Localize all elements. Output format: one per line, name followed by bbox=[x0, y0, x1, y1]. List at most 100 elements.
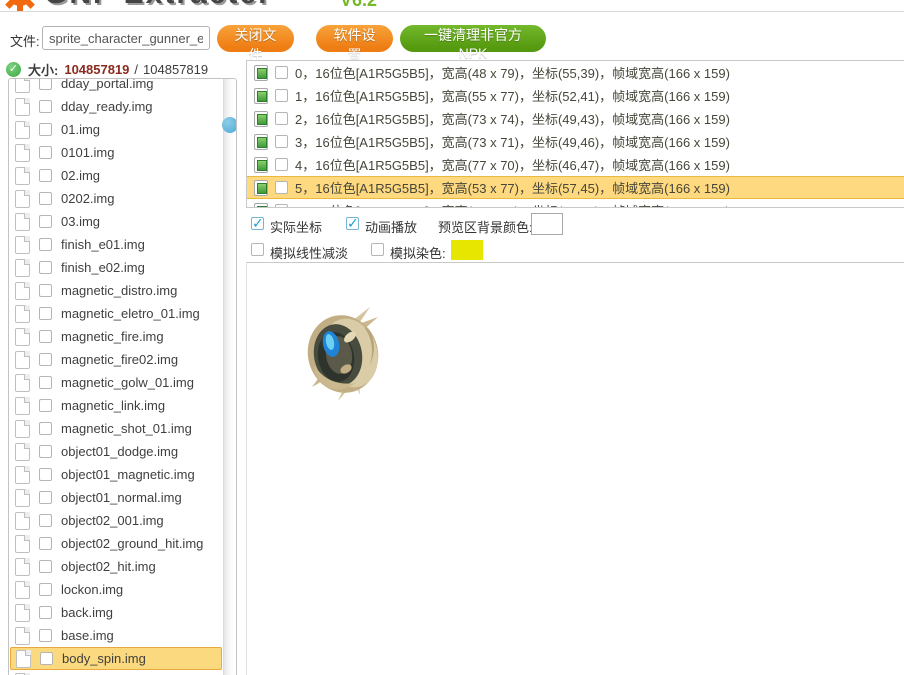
tree-item[interactable]: 03.img bbox=[10, 210, 222, 233]
file-checkbox[interactable] bbox=[39, 537, 52, 550]
tree-item[interactable]: lockon.img bbox=[10, 578, 222, 601]
file-checkbox[interactable] bbox=[39, 215, 52, 228]
tree-item[interactable]: magnetic_fire02.img bbox=[10, 348, 222, 371]
software-settings-button[interactable]: 软件设置 bbox=[316, 25, 393, 52]
sprite-preview-image bbox=[294, 303, 394, 403]
file-checkbox[interactable] bbox=[39, 514, 52, 527]
dye-checkbox[interactable] bbox=[371, 243, 384, 256]
file-path-input[interactable] bbox=[42, 26, 210, 50]
file-checkbox[interactable] bbox=[39, 606, 52, 619]
tree-item[interactable]: finish_e02.img bbox=[10, 256, 222, 279]
image-icon bbox=[254, 180, 268, 196]
frame-row[interactable]: 0，16位色[A1R5G5B5]，宽高(48 x 79)，坐标(55,39)，帧… bbox=[247, 61, 904, 84]
tree-item[interactable]: magnetic_golw_01.img bbox=[10, 371, 222, 394]
file-checkbox[interactable] bbox=[39, 123, 52, 136]
frame-row[interactable]: 1，16位色[A1R5G5B5]，宽高(55 x 77)，坐标(52,41)，帧… bbox=[247, 84, 904, 107]
clean-npk-button[interactable]: 一键清理非官方NPK bbox=[400, 25, 546, 52]
file-checkbox[interactable] bbox=[39, 583, 52, 596]
tree-item[interactable]: 0101.img bbox=[10, 141, 222, 164]
frame-checkbox[interactable] bbox=[275, 135, 288, 148]
tree-scrollbar-thumb[interactable] bbox=[222, 117, 237, 133]
tree-item[interactable]: dday_portal.img bbox=[10, 78, 222, 95]
file-icon bbox=[15, 443, 30, 461]
tree-item[interactable]: magnetic_distro.img bbox=[10, 279, 222, 302]
frame-checkbox[interactable] bbox=[275, 158, 288, 171]
frame-checkbox[interactable] bbox=[275, 89, 288, 102]
linear-dodge-checkbox[interactable] bbox=[251, 243, 264, 256]
tree-scrollbar[interactable] bbox=[223, 79, 236, 675]
file-checkbox[interactable] bbox=[40, 652, 53, 665]
tree-item[interactable]: magnetic_shot_01.img bbox=[10, 417, 222, 440]
file-checkbox[interactable] bbox=[39, 560, 52, 573]
file-checkbox[interactable] bbox=[39, 376, 52, 389]
anim-play-checkbox[interactable] bbox=[346, 217, 359, 230]
file-checkbox[interactable] bbox=[39, 100, 52, 113]
file-checkbox[interactable] bbox=[39, 330, 52, 343]
frame-row[interactable]: 3，16位色[A1R5G5B5]，宽高(73 x 71)，坐标(49,46)，帧… bbox=[247, 130, 904, 153]
file-checkbox[interactable] bbox=[39, 491, 52, 504]
frame-row[interactable]: 4，16位色[A1R5G5B5]，宽高(77 x 70)，坐标(46,47)，帧… bbox=[247, 153, 904, 176]
tree-item[interactable]: magnetic_fire.img bbox=[10, 325, 222, 348]
tree-item[interactable]: back.img bbox=[10, 601, 222, 624]
file-checkbox[interactable] bbox=[39, 307, 52, 320]
tree-item[interactable]: object01_magnetic.img bbox=[10, 463, 222, 486]
frame-list-panel: 0，16位色[A1R5G5B5]，宽高(48 x 79)，坐标(55,39)，帧… bbox=[246, 60, 904, 208]
file-name: object02_hit.img bbox=[61, 559, 156, 574]
file-name: object02_ground_hit.img bbox=[61, 536, 203, 551]
file-checkbox[interactable] bbox=[39, 261, 52, 274]
tree-item[interactable] bbox=[10, 670, 222, 675]
bg-color-swatch[interactable] bbox=[531, 213, 563, 235]
file-checkbox[interactable] bbox=[39, 238, 52, 251]
image-icon bbox=[254, 65, 268, 81]
app-header: GNF Extracter V6.2 bbox=[0, 0, 904, 12]
file-icon bbox=[15, 558, 30, 576]
file-checkbox[interactable] bbox=[39, 445, 52, 458]
preview-area bbox=[246, 263, 904, 675]
file-checkbox[interactable] bbox=[39, 422, 52, 435]
frame-checkbox[interactable] bbox=[275, 112, 288, 125]
frame-row[interactable]: 6，16位色[A1R5G5B5]，宽高(48 x 70)，坐标(58,38)，帧… bbox=[247, 199, 904, 208]
tree-item[interactable]: object01_dodge.img bbox=[10, 440, 222, 463]
tree-item[interactable]: object02_hit.img bbox=[10, 555, 222, 578]
tree-item[interactable]: magnetic_eletro_01.img bbox=[10, 302, 222, 325]
file-checkbox[interactable] bbox=[39, 284, 52, 297]
frame-checkbox[interactable] bbox=[275, 66, 288, 79]
file-name: magnetic_fire02.img bbox=[61, 352, 178, 367]
app-version: V6.2 bbox=[340, 0, 377, 10]
file-icon bbox=[15, 121, 30, 139]
tree-item[interactable]: 02.img bbox=[10, 164, 222, 187]
file-checkbox[interactable] bbox=[39, 146, 52, 159]
actual-coords-checkbox[interactable] bbox=[251, 217, 264, 230]
file-checkbox[interactable] bbox=[39, 629, 52, 642]
frame-checkbox[interactable] bbox=[275, 181, 288, 194]
file-checkbox[interactable] bbox=[39, 468, 52, 481]
dye-color-swatch[interactable] bbox=[451, 240, 483, 260]
tree-item[interactable]: dday_ready.img bbox=[10, 95, 222, 118]
bg-color-label: 预览区背景颜色: bbox=[438, 217, 533, 236]
file-icon bbox=[15, 627, 30, 645]
file-checkbox[interactable] bbox=[39, 353, 52, 366]
tree-item[interactable]: body_spin.img bbox=[10, 647, 222, 670]
file-checkbox[interactable] bbox=[39, 169, 52, 182]
file-icon bbox=[15, 397, 30, 415]
frame-row[interactable]: 5，16位色[A1R5G5B5]，宽高(53 x 77)，坐标(57,45)，帧… bbox=[247, 176, 904, 199]
file-icon bbox=[15, 167, 30, 185]
anim-play-label: 动画播放 bbox=[365, 217, 417, 236]
file-checkbox[interactable] bbox=[39, 78, 52, 90]
tree-item[interactable]: object02_ground_hit.img bbox=[10, 532, 222, 555]
file-name: object01_magnetic.img bbox=[61, 467, 195, 482]
close-file-button[interactable]: 关闭文件 bbox=[217, 25, 294, 52]
image-icon bbox=[254, 88, 268, 104]
tree-item[interactable]: object01_normal.img bbox=[10, 486, 222, 509]
tree-item[interactable]: 01.img bbox=[10, 118, 222, 141]
tree-item[interactable]: base.img bbox=[10, 624, 222, 647]
actual-coords-label: 实际坐标 bbox=[270, 217, 322, 236]
tree-item[interactable]: magnetic_link.img bbox=[10, 394, 222, 417]
check-circle-icon: ✓ bbox=[6, 62, 21, 77]
frame-row[interactable]: 2，16位色[A1R5G5B5]，宽高(73 x 74)，坐标(49,43)，帧… bbox=[247, 107, 904, 130]
file-checkbox[interactable] bbox=[39, 399, 52, 412]
tree-item[interactable]: finish_e01.img bbox=[10, 233, 222, 256]
tree-item[interactable]: object02_001.img bbox=[10, 509, 222, 532]
file-checkbox[interactable] bbox=[39, 192, 52, 205]
tree-item[interactable]: 0202.img bbox=[10, 187, 222, 210]
